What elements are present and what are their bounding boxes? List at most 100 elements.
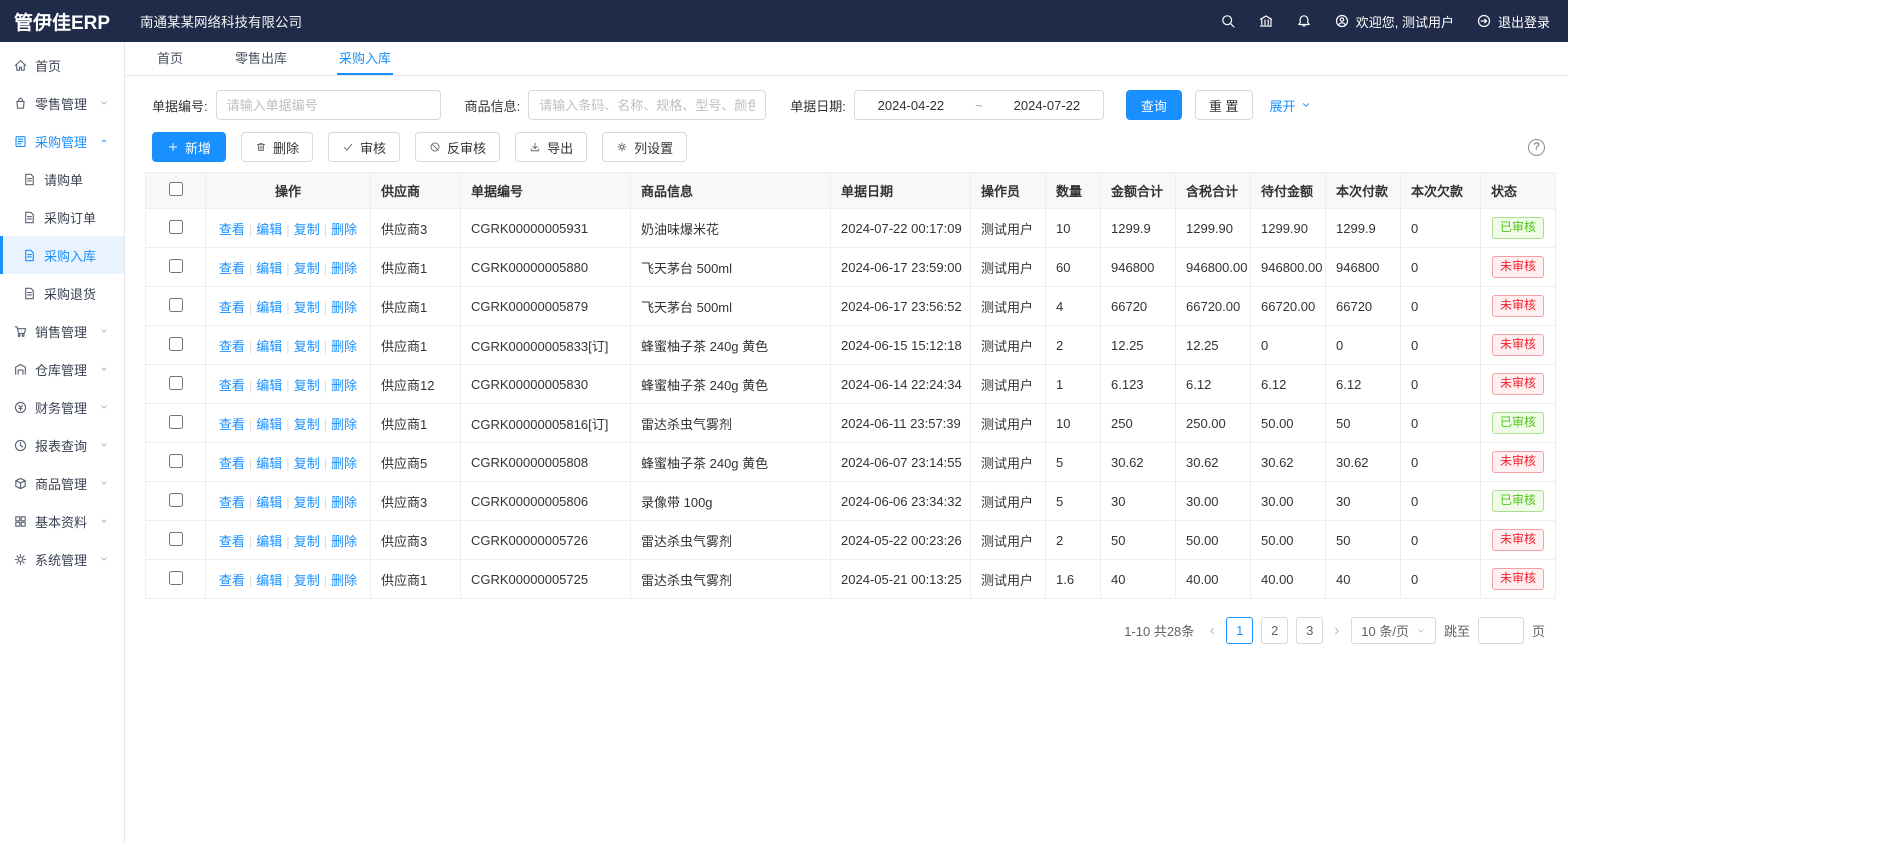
- next-page-icon[interactable]: [1331, 625, 1343, 637]
- column-settings-button[interactable]: 列设置: [602, 132, 687, 162]
- row-checkbox[interactable]: [169, 493, 183, 507]
- action-view-link[interactable]: 查看: [219, 378, 245, 393]
- row-checkbox[interactable]: [169, 532, 183, 546]
- action-view-link[interactable]: 查看: [219, 339, 245, 354]
- date-start-input[interactable]: [867, 98, 955, 113]
- action-copy-link[interactable]: 复制: [294, 573, 320, 588]
- row-checkbox[interactable]: [169, 415, 183, 429]
- ban-icon: [429, 141, 441, 153]
- tab-1[interactable]: 首页: [155, 42, 185, 75]
- action-view-link[interactable]: 查看: [219, 261, 245, 276]
- action-copy-link[interactable]: 复制: [294, 534, 320, 549]
- row-checkbox[interactable]: [169, 376, 183, 390]
- action-delete-link[interactable]: 删除: [331, 339, 357, 354]
- sidebar-item-9[interactable]: 基本资料: [0, 502, 124, 540]
- select-all-checkbox[interactable]: [169, 182, 183, 196]
- action-view-link[interactable]: 查看: [219, 495, 245, 510]
- action-copy-link[interactable]: 复制: [294, 339, 320, 354]
- bill-no-input[interactable]: [216, 90, 441, 120]
- export-button[interactable]: 导出: [515, 132, 587, 162]
- action-copy-link[interactable]: 复制: [294, 456, 320, 471]
- welcome-user[interactable]: 欢迎您, 测试用户: [1334, 12, 1454, 31]
- add-button[interactable]: 新增: [152, 132, 226, 162]
- page-number-1[interactable]: 1: [1226, 617, 1253, 644]
- expand-toggle[interactable]: 展开: [1270, 96, 1312, 115]
- action-edit-link[interactable]: 编辑: [256, 339, 282, 354]
- jump-page-input[interactable]: [1478, 617, 1524, 644]
- action-edit-link[interactable]: 编辑: [256, 534, 282, 549]
- bell-icon[interactable]: [1296, 13, 1312, 29]
- action-delete-link[interactable]: 删除: [331, 573, 357, 588]
- action-view-link[interactable]: 查看: [219, 300, 245, 315]
- action-delete-link[interactable]: 删除: [331, 534, 357, 549]
- row-checkbox[interactable]: [169, 571, 183, 585]
- product-info-input[interactable]: [528, 90, 766, 120]
- reset-button[interactable]: 重 置: [1195, 90, 1253, 120]
- date-end-input[interactable]: [1003, 98, 1091, 113]
- sidebar-subitem-1[interactable]: 请购单: [0, 160, 124, 198]
- action-view-link[interactable]: 查看: [219, 456, 245, 471]
- row-checkbox[interactable]: [169, 454, 183, 468]
- action-delete-link[interactable]: 删除: [331, 417, 357, 432]
- action-copy-link[interactable]: 复制: [294, 378, 320, 393]
- tab-2[interactable]: 零售出库: [233, 42, 289, 75]
- action-delete-link[interactable]: 删除: [331, 222, 357, 237]
- date-range-picker[interactable]: ~: [854, 90, 1104, 120]
- action-edit-link[interactable]: 编辑: [256, 261, 282, 276]
- sidebar-item-2[interactable]: 零售管理: [0, 84, 124, 122]
- sidebar-item-1[interactable]: 首页: [0, 46, 124, 84]
- cell-date: 2024-05-22 00:23:26: [831, 521, 971, 560]
- cell-product: 雷达杀虫气雾剂: [631, 404, 831, 443]
- action-copy-link[interactable]: 复制: [294, 495, 320, 510]
- action-delete-link[interactable]: 删除: [331, 300, 357, 315]
- sidebar-item-6[interactable]: 财务管理: [0, 388, 124, 426]
- delete-button[interactable]: 删除: [241, 132, 313, 162]
- sidebar-item-4[interactable]: 销售管理: [0, 312, 124, 350]
- action-separator: |: [249, 495, 252, 510]
- action-delete-link[interactable]: 删除: [331, 456, 357, 471]
- unaudit-button[interactable]: 反审核: [415, 132, 500, 162]
- help-icon[interactable]: [1528, 139, 1545, 156]
- row-checkbox[interactable]: [169, 337, 183, 351]
- bank-icon[interactable]: [1258, 13, 1274, 29]
- search-icon[interactable]: [1220, 13, 1236, 29]
- row-checkbox[interactable]: [169, 298, 183, 312]
- action-delete-link[interactable]: 删除: [331, 495, 357, 510]
- action-copy-link[interactable]: 复制: [294, 300, 320, 315]
- sidebar-item-3[interactable]: 采购管理: [0, 122, 124, 160]
- action-delete-link[interactable]: 删除: [331, 378, 357, 393]
- action-copy-link[interactable]: 复制: [294, 417, 320, 432]
- action-edit-link[interactable]: 编辑: [256, 378, 282, 393]
- action-edit-link[interactable]: 编辑: [256, 495, 282, 510]
- search-button[interactable]: 查询: [1126, 90, 1182, 120]
- sidebar-item-8[interactable]: 商品管理: [0, 464, 124, 502]
- action-edit-link[interactable]: 编辑: [256, 222, 282, 237]
- sidebar-item-5[interactable]: 仓库管理: [0, 350, 124, 388]
- page-number-3[interactable]: 3: [1296, 617, 1323, 644]
- sidebar-subitem-3[interactable]: 采购入库: [0, 236, 124, 274]
- action-view-link[interactable]: 查看: [219, 417, 245, 432]
- action-edit-link[interactable]: 编辑: [256, 417, 282, 432]
- action-copy-link[interactable]: 复制: [294, 222, 320, 237]
- action-view-link[interactable]: 查看: [219, 222, 245, 237]
- sidebar-item-7[interactable]: 报表查询: [0, 426, 124, 464]
- row-checkbox[interactable]: [169, 220, 183, 234]
- cell-amount: 6.123: [1101, 365, 1176, 404]
- action-view-link[interactable]: 查看: [219, 573, 245, 588]
- action-delete-link[interactable]: 删除: [331, 261, 357, 276]
- sidebar-subitem-4[interactable]: 采购退货: [0, 274, 124, 312]
- action-edit-link[interactable]: 编辑: [256, 573, 282, 588]
- tab-3[interactable]: 采购入库: [337, 42, 393, 75]
- action-view-link[interactable]: 查看: [219, 534, 245, 549]
- sidebar-subitem-2[interactable]: 采购订单: [0, 198, 124, 236]
- row-checkbox[interactable]: [169, 259, 183, 273]
- page-size-select[interactable]: 10 条/页: [1351, 617, 1436, 644]
- sidebar-item-10[interactable]: 系统管理: [0, 540, 124, 578]
- action-edit-link[interactable]: 编辑: [256, 300, 282, 315]
- logout-button[interactable]: 退出登录: [1476, 12, 1550, 31]
- action-edit-link[interactable]: 编辑: [256, 456, 282, 471]
- audit-button[interactable]: 审核: [328, 132, 400, 162]
- page-number-2[interactable]: 2: [1261, 617, 1288, 644]
- action-copy-link[interactable]: 复制: [294, 261, 320, 276]
- prev-page-icon[interactable]: [1206, 625, 1218, 637]
